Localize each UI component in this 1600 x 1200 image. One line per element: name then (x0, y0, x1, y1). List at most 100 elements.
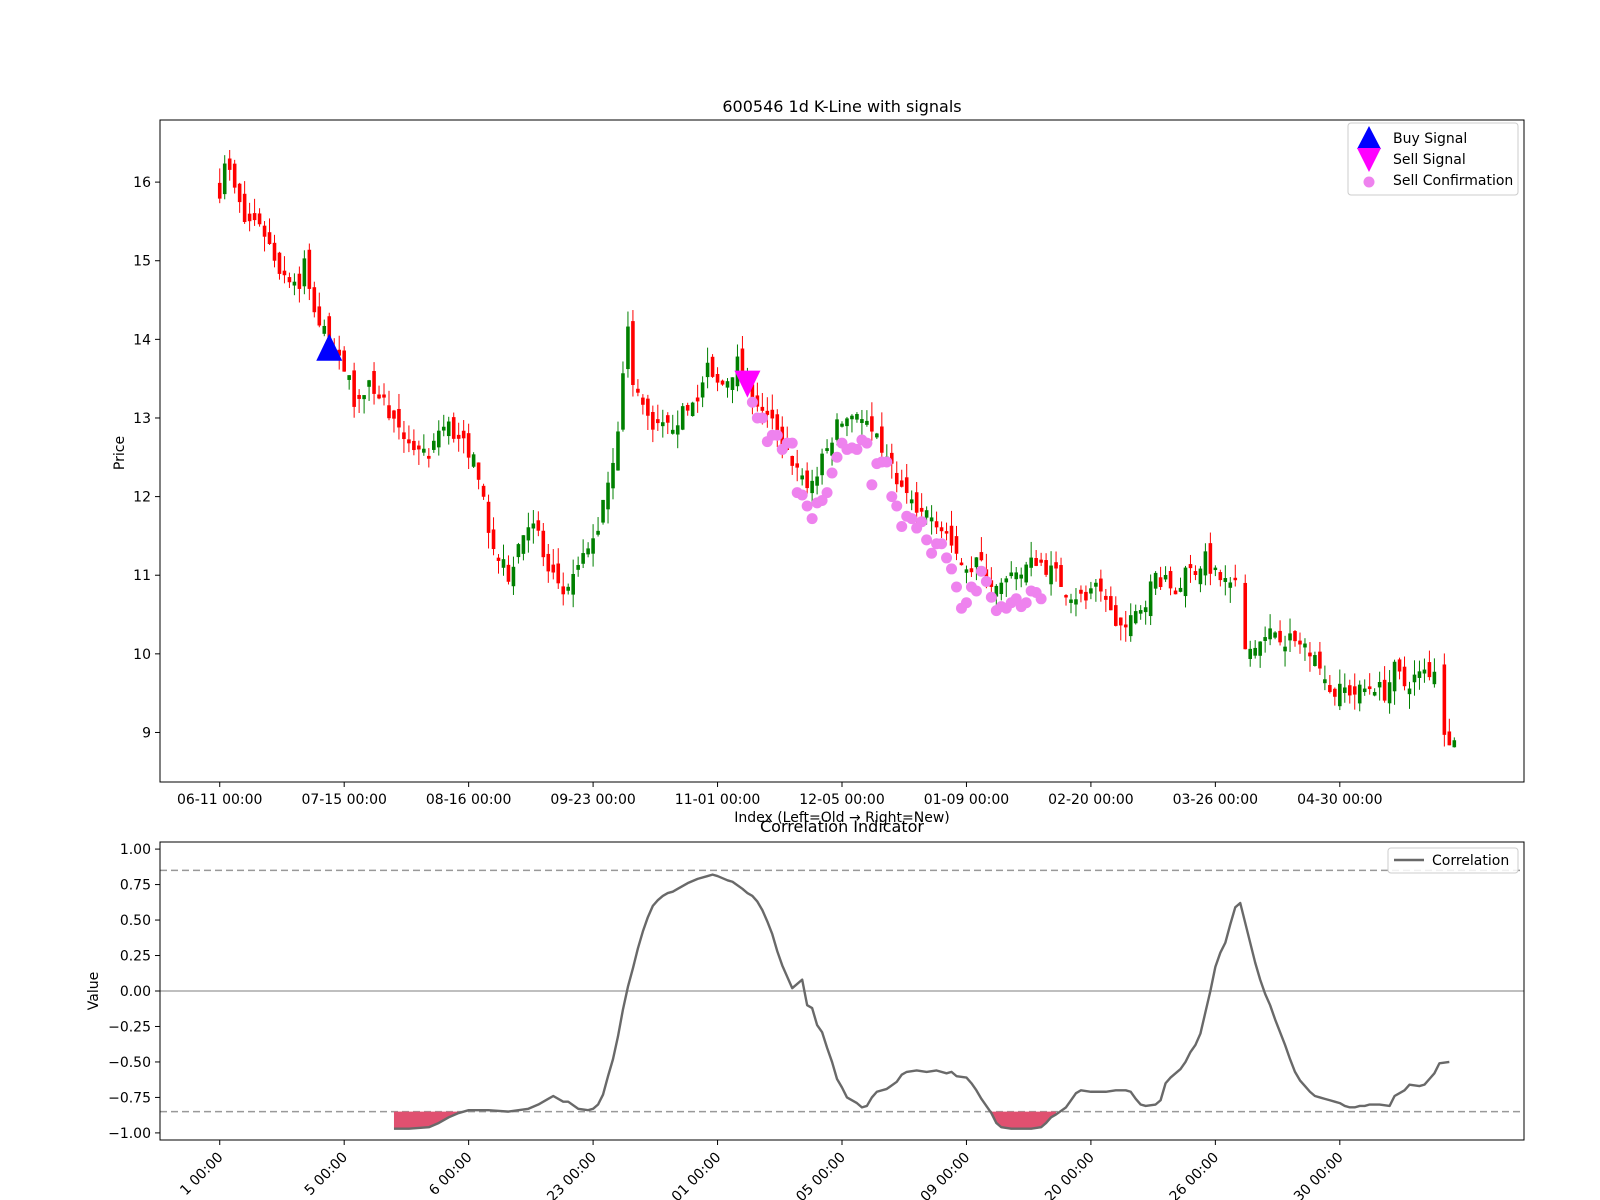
sell-confirmation-marker (806, 513, 818, 525)
candle-body (1367, 686, 1372, 690)
candle-body (516, 544, 521, 558)
candle-body (1158, 577, 1163, 588)
candle (1019, 567, 1024, 588)
candle (222, 155, 227, 200)
candle-body (272, 242, 277, 261)
candle (576, 556, 580, 577)
sell-confirmation-marker (946, 563, 958, 575)
candle (1412, 660, 1417, 696)
candle-body (1203, 551, 1208, 576)
candle (601, 499, 605, 525)
candle-body (581, 553, 585, 564)
candle (551, 549, 556, 580)
candle (496, 554, 501, 574)
candle (1268, 614, 1272, 646)
candle (342, 346, 346, 372)
candle (476, 462, 481, 490)
candle (317, 292, 322, 328)
candle-body (700, 382, 705, 398)
candle-body (1377, 682, 1382, 688)
candle-body (1084, 591, 1088, 601)
candle-body (840, 423, 844, 427)
candle-body (934, 521, 939, 528)
candle (486, 494, 491, 549)
sell-confirmation-marker (866, 479, 878, 491)
candle (307, 243, 312, 301)
candle-body (1153, 572, 1158, 589)
candle (1069, 593, 1073, 614)
candle (297, 266, 302, 303)
candle-body (1452, 740, 1457, 748)
sell-confirmation-marker (980, 576, 992, 588)
sell-confirmation-marker (1035, 593, 1047, 605)
candle (252, 198, 257, 226)
candle (1367, 673, 1372, 695)
candle-body (531, 523, 536, 529)
candle-body (1392, 661, 1397, 692)
candle-body (262, 225, 267, 237)
candle (675, 410, 680, 449)
candle (427, 448, 431, 468)
candle-body (626, 326, 630, 370)
kline-y-tick-label: 15 (133, 254, 151, 270)
correlation-y-tick-label: 1.00 (120, 842, 151, 858)
candle-body (322, 325, 327, 334)
candle (825, 439, 829, 454)
candle-body (377, 394, 381, 399)
candle (939, 521, 944, 539)
candle (566, 583, 570, 595)
candle (451, 412, 456, 443)
candle (611, 448, 615, 500)
candle (1303, 638, 1307, 661)
correlation-y-tick-label: 0.75 (120, 878, 151, 894)
candle-body (835, 419, 839, 440)
candle-body (357, 394, 361, 399)
candle (969, 556, 974, 578)
candle-body (954, 536, 959, 554)
candle-body (432, 440, 436, 450)
sell-confirmation-marker (921, 534, 933, 546)
candle-body (1004, 578, 1009, 583)
candle-body (526, 527, 531, 541)
kline-panel: 600546 1d K-Line with signals 9 10 11 12 13 1… (112, 97, 1525, 826)
candle-body (551, 564, 556, 573)
sell-confirmation-marker (941, 552, 953, 564)
candle (1104, 588, 1108, 612)
buy-signal-marker (316, 333, 343, 361)
legend-confirmation-marker (1363, 176, 1375, 188)
candle (347, 375, 351, 390)
candle (526, 512, 531, 553)
candle (1387, 670, 1392, 714)
candle-body (1352, 686, 1357, 695)
candle (456, 422, 461, 452)
candle (581, 539, 585, 569)
sell-confirmation-marker (916, 516, 928, 528)
kline-y-tick-label: 12 (133, 490, 151, 506)
candle-body (292, 281, 297, 286)
kline-y-axis: 9 10 11 12 13 14 15 16 (133, 175, 160, 741)
candle-body (656, 419, 660, 424)
candle (685, 402, 690, 416)
candle-body (412, 440, 416, 451)
candle-body (287, 277, 292, 283)
candle-body (631, 321, 635, 386)
kline-y-axis-label: Price (112, 436, 128, 470)
candle (446, 416, 451, 445)
kline-x-tick-label: 07-15 00:00 (301, 792, 386, 808)
kline-y-tick-label: 10 (133, 647, 151, 663)
candle-body (1173, 590, 1178, 595)
candle (880, 412, 884, 465)
kline-y-tick-label: 13 (133, 411, 151, 427)
candle-body (277, 252, 282, 274)
candle-body (601, 499, 605, 523)
candle-body (1009, 572, 1014, 577)
sell-confirmation-marker (891, 500, 903, 512)
candle (1313, 651, 1317, 667)
candle-body (641, 397, 645, 405)
candle-body (860, 419, 864, 423)
candle-body (367, 380, 371, 387)
sell-confirmation-marker (975, 565, 987, 577)
correlation-x-tick-label: 5 00:00 (302, 1150, 351, 1199)
candle (1148, 574, 1153, 626)
candle (840, 421, 844, 428)
